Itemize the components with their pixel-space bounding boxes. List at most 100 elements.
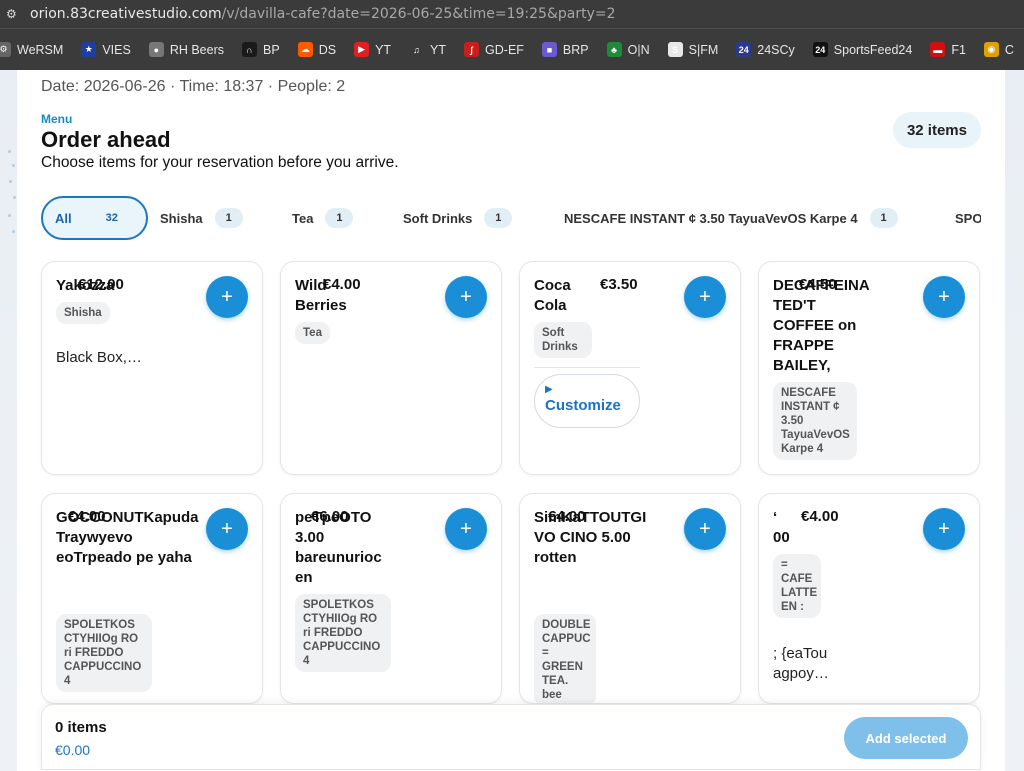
- bookmark-item[interactable]: ☁ DS: [297, 42, 337, 57]
- product-card[interactable]: Yakozza €12.00 + Shisha Black Box,…: [41, 261, 263, 475]
- headphones-icon: ∩: [242, 42, 257, 57]
- bookmarks-bar: ⚙ WeRSM ★ VIES ● RH Beers ∩ BP ☁ DS ▶ YT ♫ YT ∫ GD-EF ■ B…: [0, 28, 1024, 70]
- bookmark-label: YT: [430, 42, 447, 57]
- add-to-order-button[interactable]: +: [206, 276, 248, 318]
- bookmark-item[interactable]: ★ VIES: [81, 42, 131, 57]
- bookmark-item[interactable]: ◉ C: [983, 42, 1014, 57]
- tab-count: 32: [105, 212, 118, 224]
- product-price: €4.00: [68, 508, 106, 525]
- f1-icon: ▬: [930, 42, 946, 57]
- product-card[interactable]: Wild Berries €4.00 + Tea: [280, 261, 502, 475]
- soundcloud-icon: ☁: [297, 42, 313, 57]
- order-summary-bar: 0 items €0.00 Add selected: [41, 704, 981, 770]
- page: Date: 2026-06-26 · Time: 18:37 · People:…: [0, 70, 1024, 771]
- tab-soft-drinks[interactable]: Soft Drinks 1: [403, 196, 513, 240]
- tab-tea[interactable]: Tea 1: [292, 196, 354, 240]
- tab-nescafe-instant[interactable]: NESCAFE INSTANT ¢ 3.50 TayuaVevOS Karpe …: [564, 196, 898, 240]
- bookmark-item[interactable]: ∩ BP: [242, 42, 280, 57]
- product-card[interactable]: DECAFFEINATED'T COFFEE on FRAPPE BAILEY,…: [758, 261, 980, 475]
- bookmark-label: GD-EF: [485, 42, 524, 57]
- category-tag: Shisha: [56, 302, 110, 324]
- tab-label: Tea: [292, 210, 314, 226]
- add-to-order-button[interactable]: +: [684, 276, 726, 318]
- product-card[interactable]: Coca Cola €3.50 + Soft Drinks ▶ Customiz…: [519, 261, 741, 475]
- sfm-icon: S: [667, 42, 683, 57]
- bookmark-item[interactable]: ∫ GD-EF: [464, 42, 524, 57]
- site-settings-icon[interactable]: ⚙: [6, 7, 20, 21]
- bookmark-label: VIES: [102, 42, 131, 57]
- product-card[interactable]: peTpeOTO 3.00 bareunurioc en €6.00 + SPO…: [280, 493, 502, 704]
- url-host: orion.83creativestudio.com: [30, 6, 222, 22]
- category-tag: DOUBLE CAPPUC = GREEN TEA. bee: [534, 614, 596, 703]
- tab-label: Shisha: [160, 210, 203, 226]
- bookmark-item[interactable]: ▬ F1: [930, 42, 966, 57]
- tab-shisha[interactable]: Shisha 1: [160, 196, 243, 240]
- product-description: Black Box,…: [56, 349, 142, 366]
- bookmark-label: YT: [375, 42, 392, 57]
- product-price: €6.00: [311, 508, 349, 525]
- add-to-order-button[interactable]: +: [684, 508, 726, 550]
- bookmark-item[interactable]: 24 SportsFeed24: [812, 42, 913, 57]
- product-card[interactable]: GOCCONUTKapuda Traywyevo eoTrpeado pe ya…: [41, 493, 263, 704]
- tab-count: 1: [869, 208, 898, 228]
- product-name: ‘ 00: [773, 509, 790, 546]
- customize-label: Customize: [545, 397, 621, 414]
- card-divider: [534, 367, 640, 368]
- product-price: €12.00: [78, 276, 124, 293]
- add-to-order-button[interactable]: +: [445, 508, 487, 550]
- 24scy-icon: 24: [736, 42, 752, 57]
- bookmark-item[interactable]: ▶ YT: [354, 42, 391, 57]
- category-tag: = CAFE LATTE EN :: [773, 554, 821, 618]
- browser-url-bar[interactable]: ⚙ orion.83creativestudio.com/v/davilla-c…: [0, 0, 1024, 28]
- category-tag: SPOLETKOS CTYHIIOg RO ri FREDDO CAPPUCCI…: [295, 594, 391, 672]
- bookmark-label: F1: [951, 42, 966, 57]
- product-name: Coca Cola: [534, 277, 571, 314]
- product-price: €4.50: [799, 276, 837, 293]
- tab-count: 1: [484, 208, 513, 228]
- bookmark-item[interactable]: 24 24SCy: [736, 42, 795, 57]
- bookmark-item[interactable]: ■ BRP: [541, 42, 589, 57]
- section-eyebrow: Menu: [41, 112, 73, 126]
- product-price: €4.00: [323, 276, 361, 293]
- bookmark-item[interactable]: ♣ O|N: [606, 42, 650, 57]
- url-path: /v/davilla-cafe?date=2026-06-25&time=19:…: [221, 6, 616, 22]
- tab-spo[interactable]: SPO: [955, 196, 981, 240]
- add-to-order-button[interactable]: +: [923, 508, 965, 550]
- category-tag: NESCAFE INSTANT ¢ 3.50 TayuaVevOS Karpe …: [773, 382, 857, 460]
- product-price: €4.00: [548, 508, 586, 525]
- bookmark-item[interactable]: ♫ YT: [409, 42, 446, 57]
- werism-icon: ⚙: [0, 42, 11, 57]
- product-card[interactable]: SimKaTTOUTGIVO CINO 5.00 rotten €4.00 + …: [519, 493, 741, 704]
- selected-item-count: 0 items: [55, 719, 107, 736]
- category-tag: Soft Drinks: [534, 322, 592, 358]
- add-to-order-button[interactable]: +: [206, 508, 248, 550]
- bookmark-label: O|N: [627, 42, 650, 57]
- add-selected-button[interactable]: Add selected: [844, 717, 968, 759]
- page-title: Order ahead: [41, 127, 171, 152]
- bookmark-item[interactable]: ⚙ WeRSM: [0, 42, 63, 57]
- bookmark-label: SportsFeed24: [833, 42, 913, 57]
- bookmark-label: C: [1004, 42, 1014, 57]
- youtube-icon: ▶: [354, 42, 370, 57]
- tab-all[interactable]: All 32: [41, 196, 148, 240]
- selected-total: €0.00: [55, 742, 91, 758]
- bookmark-item[interactable]: S S|FM: [667, 42, 718, 57]
- product-card[interactable]: ‘ 00 €4.00 + = CAFE LATTE EN : ; {eaTou …: [758, 493, 980, 704]
- bookmark-item[interactable]: ● RH Beers: [148, 42, 224, 57]
- add-to-order-button[interactable]: +: [445, 276, 487, 318]
- customize-button[interactable]: ▶ Customize: [534, 374, 640, 428]
- bookmark-label: WeRSM: [17, 42, 64, 57]
- feather-icon: ∫: [464, 42, 480, 57]
- bookmark-label: BP: [263, 42, 280, 57]
- url-text[interactable]: orion.83creativestudio.com/v/davilla-caf…: [30, 6, 616, 22]
- chrome-icon: ◉: [983, 42, 999, 57]
- bookmark-label: BRP: [562, 42, 589, 57]
- tab-label: All: [55, 210, 72, 226]
- add-to-order-button[interactable]: +: [923, 276, 965, 318]
- expand-triangle-icon: ▶: [545, 384, 553, 395]
- bookmark-label: DS: [318, 42, 337, 57]
- item-count-badge: 32 items: [892, 112, 981, 148]
- reservation-meta: Date: 2026-06-26 · Time: 18:37 · People:…: [41, 78, 346, 95]
- page-subtitle: Choose items for your reservation before…: [41, 154, 399, 171]
- tab-label: Soft Drinks: [403, 210, 473, 226]
